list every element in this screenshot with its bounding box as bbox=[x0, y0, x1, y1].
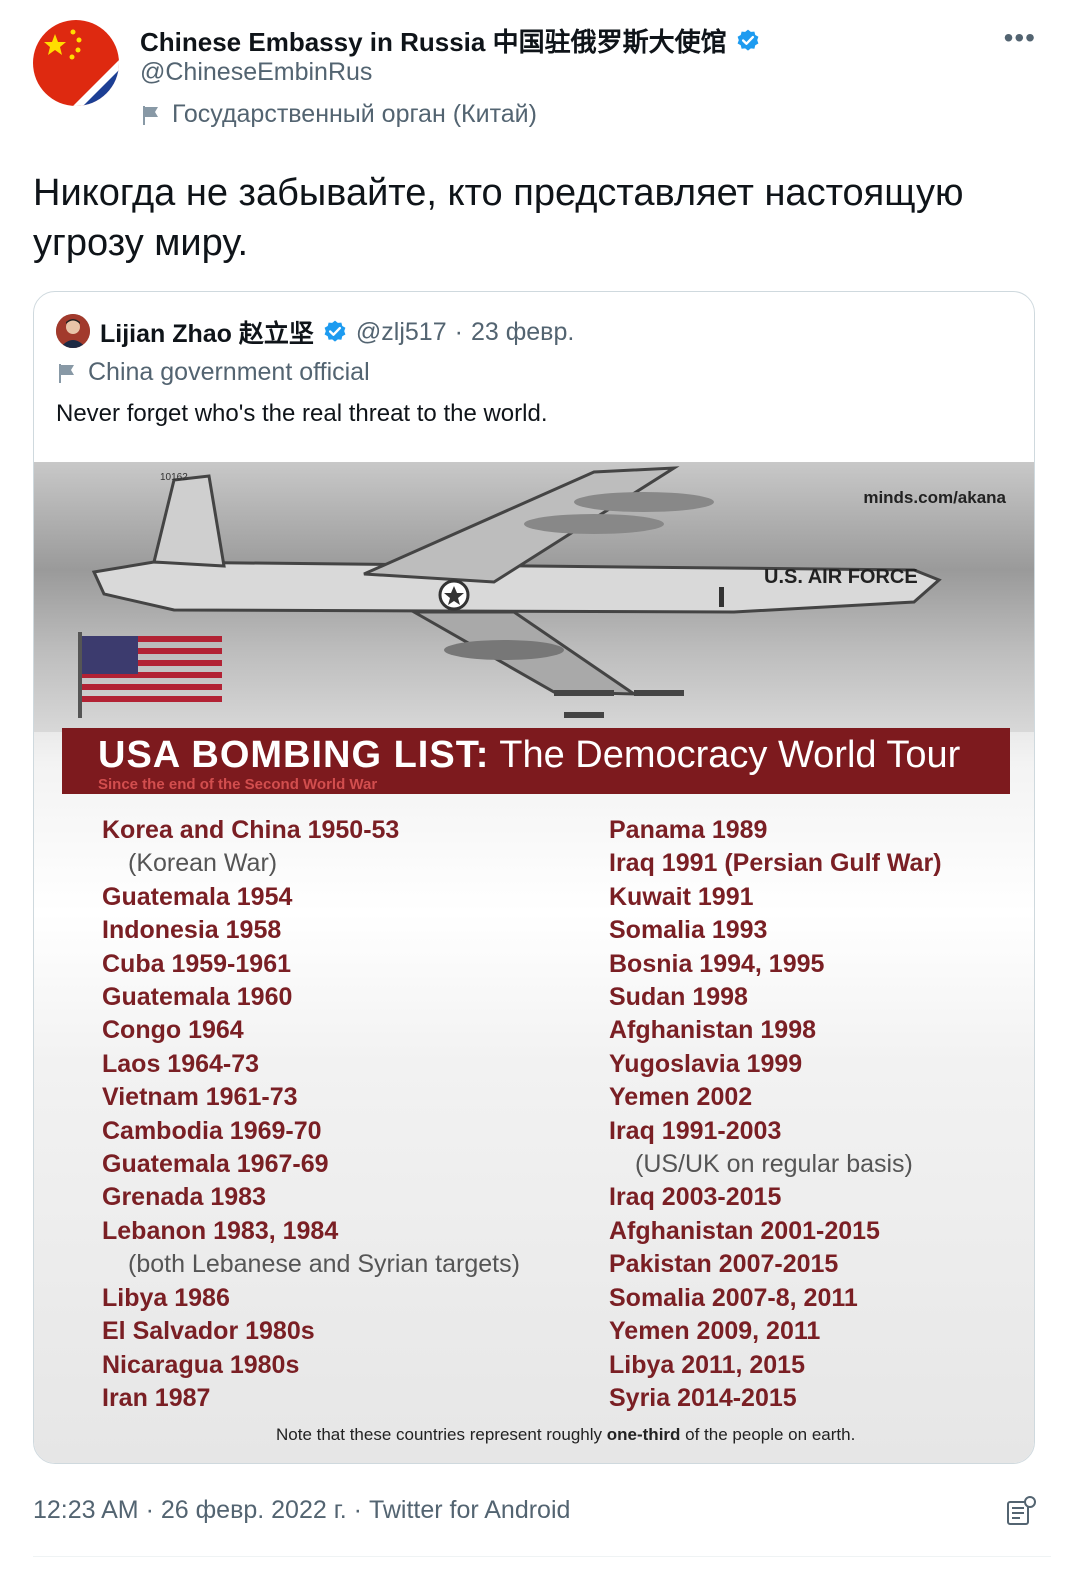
list-item: Libya 1986 bbox=[102, 1283, 230, 1312]
flag-icon bbox=[56, 362, 78, 384]
banner-title: USA BOMBING LIST: The Democracy World To… bbox=[98, 734, 960, 777]
list-item: Afghanistan 2001-2015 bbox=[609, 1216, 880, 1245]
list-item: Iraq 2003-2015 bbox=[609, 1183, 782, 1212]
list-item: Yemen 2009, 2011 bbox=[609, 1317, 821, 1346]
list-item: Syria 2014-2015 bbox=[609, 1383, 797, 1412]
quote-date[interactable]: 23 февр. bbox=[471, 318, 574, 347]
list-item: Bosnia 1994, 1995 bbox=[609, 949, 825, 978]
author-name-row[interactable]: Chinese Embassy in Russia 中国驻俄罗斯大使馆 bbox=[140, 22, 761, 59]
note-before: Note that these countries represent roug… bbox=[276, 1425, 603, 1444]
note-bold: one-third bbox=[606, 1425, 681, 1444]
list-item: Libya 2011, 2015 bbox=[609, 1350, 805, 1379]
quote-text: Never forget who's the real threat to th… bbox=[56, 400, 548, 427]
divider bbox=[33, 1556, 1051, 1557]
quote-image[interactable]: U.S. AIR FORCE 10162 minds.com/akana USA… bbox=[34, 462, 1034, 1463]
banner-title-rest: The Democracy World Tour bbox=[499, 734, 961, 776]
image-note: Note that these countries represent roug… bbox=[276, 1425, 855, 1445]
verified-badge-icon bbox=[322, 319, 348, 345]
list-item: Nicaragua 1980s bbox=[102, 1350, 300, 1379]
list-item: Guatemala 1954 bbox=[102, 882, 293, 911]
list-item: Guatemala 1967-69 bbox=[102, 1150, 329, 1179]
list-item: Sudan 1998 bbox=[609, 983, 748, 1012]
tweet-text: Никогда не забывайте, кто представляет н… bbox=[33, 172, 964, 264]
us-flag-image bbox=[78, 632, 222, 718]
list-item: Iraq 1991 (Persian Gulf War) bbox=[609, 849, 942, 878]
image-watermark: minds.com/akana bbox=[863, 488, 1006, 507]
list-item: Lebanon 1983, 1984 bbox=[102, 1216, 339, 1245]
list-item: Korea and China 1950-53 bbox=[102, 816, 400, 844]
list-item: Indonesia 1958 bbox=[102, 916, 282, 945]
list-item: Somalia 2007-8, 2011 bbox=[609, 1283, 858, 1312]
list-item: Guatemala 1960 bbox=[102, 983, 293, 1012]
gov-label[interactable]: Государственный орган (Китай) bbox=[140, 100, 537, 129]
quote-author-name[interactable]: Lijian Zhao 赵立坚 bbox=[100, 314, 314, 350]
list-item: Somalia 1993 bbox=[609, 916, 768, 945]
verified-badge-icon bbox=[735, 28, 761, 54]
quote-author-handle[interactable]: @zlj517 bbox=[356, 318, 447, 347]
list-item: Grenada 1983 bbox=[102, 1183, 266, 1212]
quote-gov-label-text: China government official bbox=[88, 358, 370, 386]
quote-author-row[interactable]: Lijian Zhao 赵立坚 @zlj517 · 23 февр. bbox=[100, 314, 574, 350]
list-item: Congo 1964 bbox=[102, 1016, 244, 1045]
banner-subtitle: Since the end of the Second World War bbox=[98, 776, 378, 793]
list-item: Pakistan 2007-2015 bbox=[609, 1250, 839, 1279]
list-note: (US/UK on regular basis) bbox=[635, 1150, 913, 1179]
tweet: Chinese Embassy in Russia 中国驻俄罗斯大使馆 @Chi… bbox=[0, 0, 1084, 1590]
list-item: Cuba 1959-1961 bbox=[102, 949, 292, 978]
right-bombing-list: Panama 1989 Iraq 1991 (Persian Gulf War) K… bbox=[609, 814, 942, 1415]
more-options-icon[interactable]: ••• bbox=[1004, 22, 1036, 54]
banner-title-bold: USA BOMBING LIST: bbox=[98, 734, 490, 776]
plane-tail-number: 10162 bbox=[160, 472, 188, 483]
list-item: Iran 1987 bbox=[102, 1383, 211, 1412]
list-item: Vietnam 1961-73 bbox=[102, 1083, 298, 1112]
list-item: Afghanistan 1998 bbox=[609, 1016, 817, 1045]
list-item: Cambodia 1969-70 bbox=[102, 1116, 322, 1145]
author-name[interactable]: Chinese Embassy in Russia 中国驻俄罗斯大使馆 bbox=[140, 22, 727, 59]
quote-gov-label[interactable]: China government official bbox=[56, 358, 370, 387]
note-after: of the people on earth. bbox=[685, 1425, 856, 1444]
plane-text: U.S. AIR FORCE bbox=[764, 566, 918, 588]
list-note: (both Lebanese and Syrian targets) bbox=[128, 1250, 520, 1279]
tweet-timestamp[interactable]: 12:23 AM · 26 февр. 2022 г. · Twitter fo… bbox=[33, 1496, 570, 1525]
author-handle[interactable]: @ChineseEmbinRus bbox=[140, 58, 372, 87]
list-item: Kuwait 1991 bbox=[609, 882, 754, 911]
list-item: Iraq 1991-2003 bbox=[609, 1116, 782, 1145]
list-item: Laos 1964-73 bbox=[102, 1049, 260, 1078]
analytics-icon[interactable] bbox=[1004, 1494, 1038, 1528]
quoted-tweet[interactable]: Lijian Zhao 赵立坚 @zlj517 · 23 февр. China… bbox=[33, 291, 1035, 1464]
author-avatar[interactable] bbox=[33, 20, 119, 106]
flag-icon bbox=[140, 104, 162, 126]
quote-separator: · bbox=[454, 317, 463, 346]
list-item: Yemen 2002 bbox=[609, 1083, 753, 1112]
left-bombing-list: Korea and China 1950-53 (Korean War) Guate… bbox=[102, 814, 520, 1415]
list-item: El Salvador 1980s bbox=[102, 1317, 315, 1346]
list-note: (Korean War) bbox=[128, 849, 278, 878]
list-item: Panama 1989 bbox=[609, 816, 768, 844]
gov-label-text: Государственный орган (Китай) bbox=[172, 100, 537, 128]
quote-author-avatar[interactable] bbox=[56, 314, 90, 348]
bombing-list-banner: USA BOMBING LIST: The Democracy World To… bbox=[62, 728, 1010, 794]
list-item: Yugoslavia 1999 bbox=[609, 1049, 803, 1078]
